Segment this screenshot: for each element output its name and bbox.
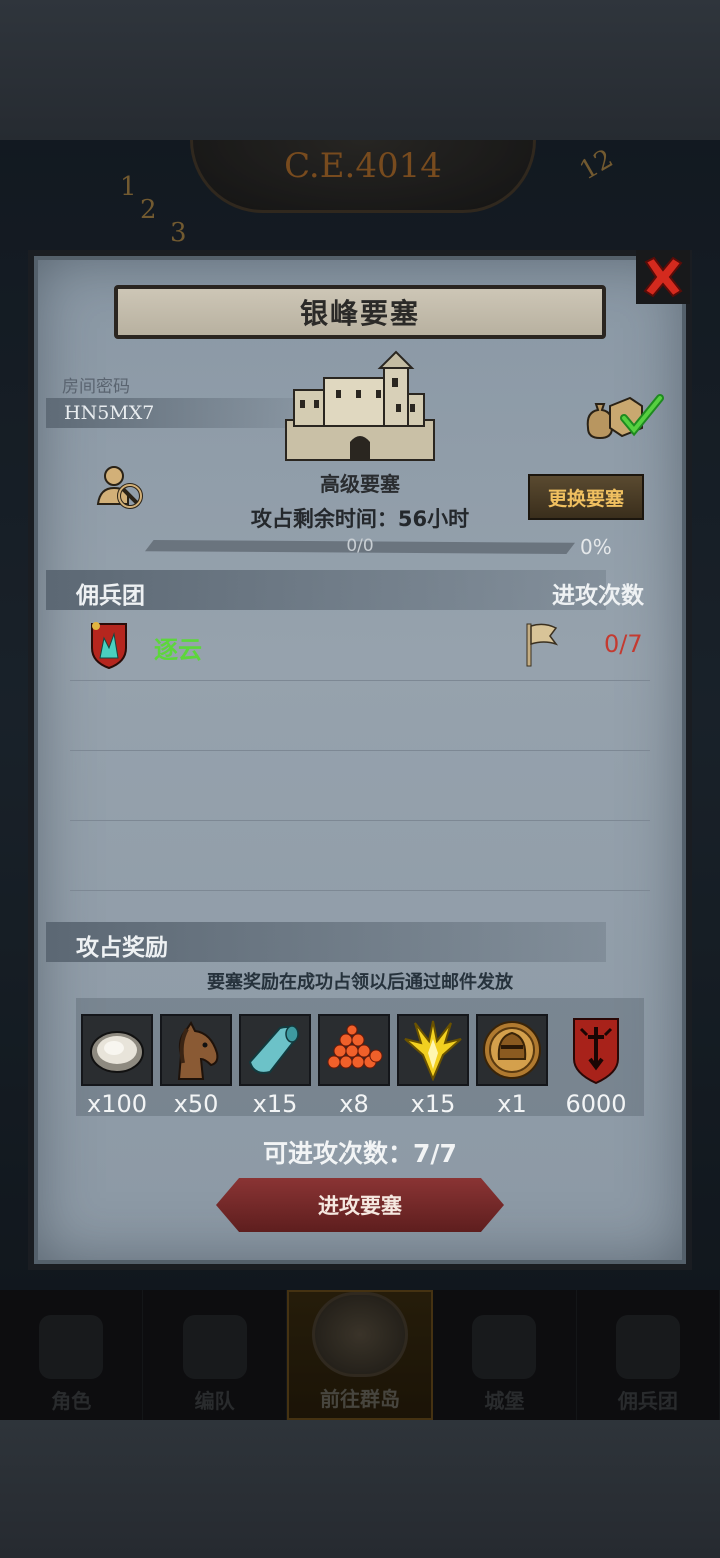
rewards-section-title: 攻占奖励 xyxy=(76,935,168,961)
guild-shield-icon xyxy=(91,622,127,670)
room-password-value[interactable]: HN5MX7 xyxy=(64,402,154,424)
close-button[interactable] xyxy=(636,250,690,304)
guild-banner-icon xyxy=(573,1018,619,1085)
castle-icon xyxy=(285,350,435,461)
row-divider xyxy=(70,890,650,891)
oyster-icon xyxy=(90,1031,144,1073)
change-fortress-button[interactable]: 更换要塞 xyxy=(528,474,644,520)
reward-tile xyxy=(318,1014,390,1086)
title-banner: 银峰要塞 xyxy=(114,285,606,339)
reward-quantity: x15 xyxy=(410,1090,456,1118)
reward-quantity: 6000 xyxy=(565,1090,627,1118)
reward-item[interactable]: 6000 xyxy=(560,1014,632,1118)
reward-item[interactable]: x8 xyxy=(318,1014,390,1118)
attack-fortress-label: 进攻要塞 xyxy=(318,1194,402,1218)
reward-tile xyxy=(160,1014,232,1086)
reward-item[interactable]: x15 xyxy=(239,1014,311,1118)
reward-tile xyxy=(560,1014,632,1086)
gold-crystal-icon xyxy=(404,1020,462,1081)
reward-quantity: x50 xyxy=(173,1090,219,1118)
reward-quantity: x15 xyxy=(252,1090,298,1118)
reward-tile xyxy=(239,1014,311,1086)
reward-note: 要塞奖励在成功占领以后通过邮件发放 xyxy=(207,972,513,993)
close-x-icon xyxy=(643,256,683,298)
reward-item[interactable]: x50 xyxy=(160,1014,232,1118)
reward-tile xyxy=(476,1014,548,1086)
row-divider xyxy=(70,680,650,681)
mercenary-name: 逐云 xyxy=(154,636,202,664)
knight-medal-icon xyxy=(483,1021,541,1079)
reward-quantity: x100 xyxy=(86,1090,147,1118)
progress-count: 0/0 xyxy=(346,536,374,556)
no-visitors-icon[interactable] xyxy=(96,464,146,510)
mercenary-section-title: 佣兵团 xyxy=(76,583,145,609)
row-divider xyxy=(70,820,650,821)
flag-icon xyxy=(526,623,558,667)
attack-count-header: 进攻次数 xyxy=(552,583,644,609)
reward-item[interactable]: x1 xyxy=(476,1014,548,1118)
horse-icon xyxy=(177,1021,219,1080)
reward-quantity: x1 xyxy=(497,1090,527,1118)
supply-bag-check-icon[interactable] xyxy=(584,392,664,440)
top-background xyxy=(0,0,720,140)
reward-quantity: x8 xyxy=(339,1090,369,1118)
roe-icon xyxy=(327,1024,383,1069)
reward-item[interactable]: x15 xyxy=(397,1014,469,1118)
reward-tile xyxy=(81,1014,153,1086)
bottom-background xyxy=(0,1420,720,1558)
reward-tile xyxy=(397,1014,469,1086)
progress-percent: 0% xyxy=(580,535,612,559)
cloth-icon xyxy=(248,1025,300,1074)
mercenary-attack-count: 0/7 xyxy=(604,630,643,658)
reward-item[interactable]: x100 xyxy=(81,1014,153,1118)
attack-fortress-button[interactable]: 进攻要塞 xyxy=(216,1178,504,1232)
room-password-label: 房间密码 xyxy=(62,377,130,397)
attempts-remaining: 可进攻次数：7/7 xyxy=(263,1139,457,1168)
fortress-title: 银峰要塞 xyxy=(299,297,420,330)
row-divider xyxy=(70,750,650,751)
